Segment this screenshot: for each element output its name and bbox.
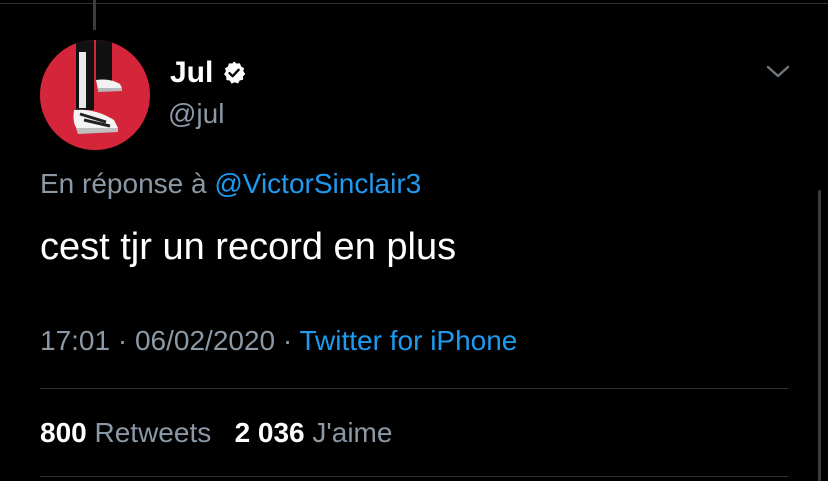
reply-context: En réponse à @VictorSinclair3 xyxy=(40,168,421,200)
retweets-count: 800 xyxy=(40,417,87,448)
separator-dot: · xyxy=(282,325,293,356)
tweet-text: cest tjr un record en plus xyxy=(40,226,457,268)
tweet-time[interactable]: 17:01 xyxy=(40,325,110,356)
separator-dot: · xyxy=(117,325,128,356)
thread-connector-line xyxy=(93,0,96,30)
likes-label: J'aime xyxy=(312,417,393,448)
engagement-stats: 800 Retweets 2 036 J'aime xyxy=(40,417,392,449)
retweets-stat[interactable]: 800 Retweets xyxy=(40,417,219,448)
avatar[interactable] xyxy=(40,40,150,150)
avatar-image xyxy=(40,40,150,150)
stats-top-divider xyxy=(40,388,788,389)
verified-badge-icon xyxy=(221,60,247,86)
chevron-down-icon[interactable] xyxy=(764,62,792,82)
likes-stat[interactable]: 2 036 J'aime xyxy=(235,417,393,448)
display-name[interactable]: Jul xyxy=(170,56,213,90)
scrollbar[interactable] xyxy=(818,190,821,481)
retweets-label: Retweets xyxy=(94,417,212,448)
author-handle[interactable]: @jul xyxy=(168,98,224,130)
author-name-row[interactable]: Jul xyxy=(170,56,247,90)
reply-to-link[interactable]: @VictorSinclair3 xyxy=(214,168,421,199)
reply-prefix: En réponse à xyxy=(40,168,207,199)
stats-bottom-divider xyxy=(40,476,788,477)
tweet-date[interactable]: 06/02/2020 xyxy=(135,325,275,356)
likes-count: 2 036 xyxy=(234,417,305,448)
tweet-metadata: 17:01 · 06/02/2020 · Twitter for iPhone xyxy=(40,325,517,357)
top-divider xyxy=(0,3,828,4)
client-link[interactable]: Twitter for iPhone xyxy=(300,325,518,356)
